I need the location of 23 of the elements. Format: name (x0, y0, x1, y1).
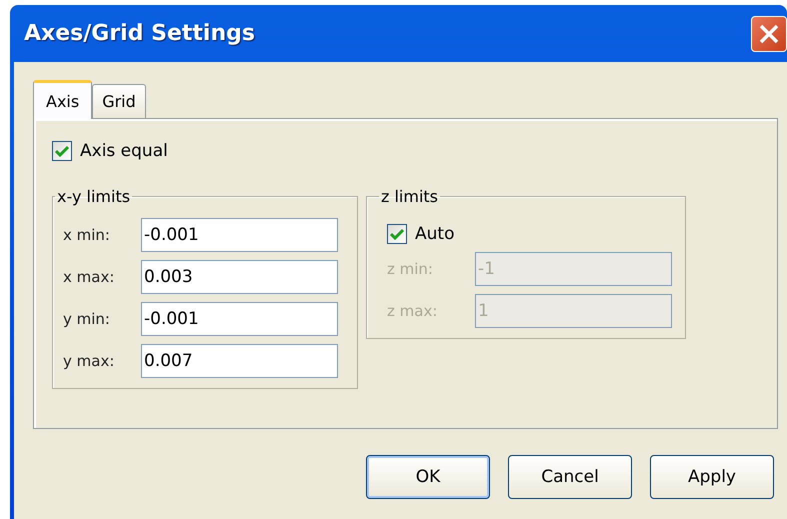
checkbox-label: Axis equal (80, 141, 168, 161)
tab[interactable]: Grid (92, 84, 146, 118)
dialog-button[interactable]: Apply (650, 455, 774, 499)
input-field[interactable]: 0.003 (141, 260, 338, 294)
dialog-button[interactable]: Cancel (508, 455, 632, 499)
checkbox-label: Auto (415, 224, 454, 244)
input-field[interactable]: -0.001 (141, 218, 338, 252)
field-label: y min: (63, 310, 111, 328)
input-field[interactable]: 0.007 (141, 344, 338, 378)
window-title: Axes/Grid Settings (24, 21, 255, 46)
group-title: x-y limits (56, 187, 132, 206)
input-field[interactable]: -0.001 (141, 302, 338, 336)
field-label: y max: (63, 352, 116, 370)
field-label: z max: (387, 302, 438, 320)
field-label: x max: (63, 268, 116, 286)
field-label: x min: (63, 226, 111, 244)
dialog-button[interactable]: OK (366, 455, 490, 499)
field-label: z min: (387, 260, 434, 278)
group-title: z limits (380, 187, 440, 206)
checkbox[interactable] (52, 141, 72, 161)
tab[interactable]: Axis (33, 80, 92, 119)
close-icon[interactable] (751, 16, 787, 52)
checkbox[interactable] (387, 224, 407, 244)
